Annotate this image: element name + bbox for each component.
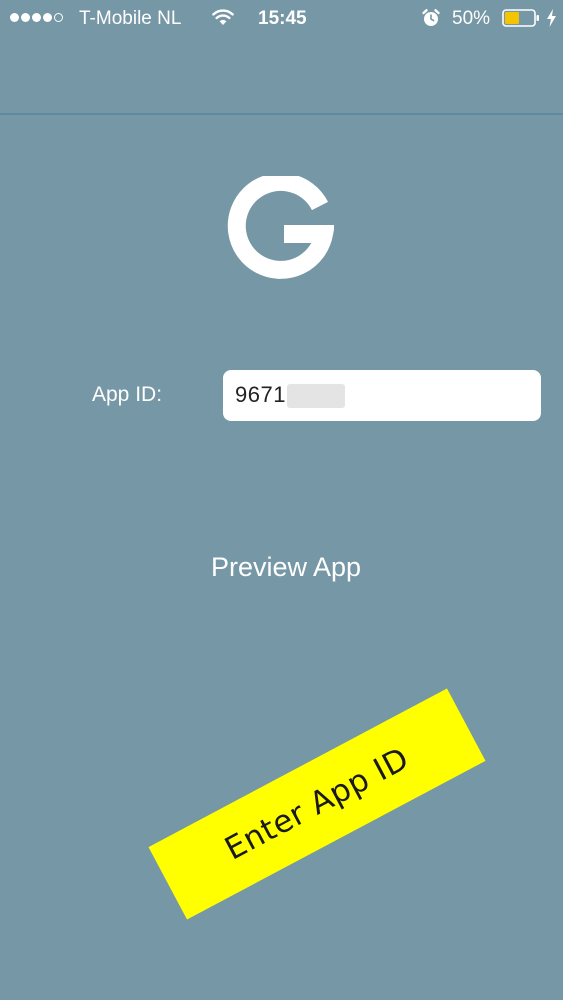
app-id-label: App ID: bbox=[92, 383, 163, 406]
carrier-name: T-Mobile NL bbox=[79, 8, 182, 29]
preview-app-button[interactable]: Preview App bbox=[186, 547, 386, 587]
wifi-icon bbox=[212, 9, 234, 25]
charging-icon bbox=[547, 9, 556, 27]
status-bar: T-Mobile NL 15:45 50% bbox=[0, 0, 563, 38]
signal-strength-icon bbox=[10, 13, 63, 22]
annotation-text: Enter App ID bbox=[219, 740, 415, 868]
annotation-sticker: Enter App ID bbox=[148, 688, 486, 920]
app-id-value: 9671 bbox=[235, 382, 286, 407]
app-logo-icon bbox=[227, 176, 334, 279]
redacted-digits bbox=[287, 384, 345, 408]
nav-bar-divider bbox=[0, 113, 563, 115]
status-time: 15:45 bbox=[258, 8, 307, 29]
battery-icon bbox=[502, 9, 539, 27]
alarm-icon bbox=[422, 9, 440, 26]
battery-percent: 50% bbox=[452, 8, 491, 29]
battery-fill bbox=[505, 12, 519, 24]
app-id-input[interactable]: 9671 bbox=[223, 370, 541, 421]
